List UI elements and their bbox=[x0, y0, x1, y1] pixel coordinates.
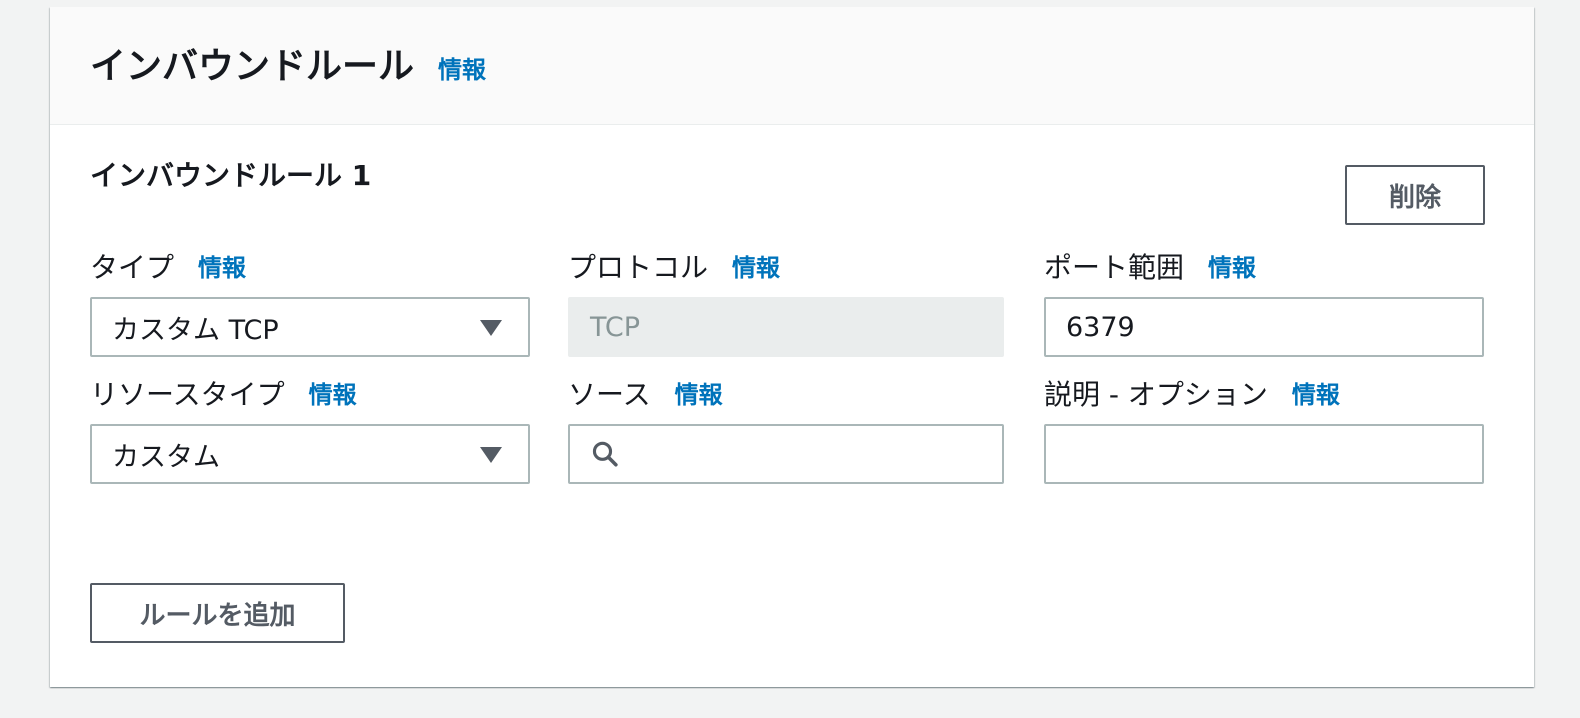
type-label: タイプ bbox=[90, 251, 175, 284]
type-select-value: カスタム TCP bbox=[112, 314, 279, 346]
protocol-field: プロトコル 情報 TCP bbox=[568, 251, 1008, 357]
resource-type-select[interactable]: カスタム bbox=[90, 424, 530, 484]
protocol-label-row: プロトコル 情報 bbox=[568, 251, 1008, 285]
type-field: タイプ 情報 カスタム TCP bbox=[90, 251, 530, 357]
type-select[interactable]: カスタム TCP bbox=[90, 297, 530, 357]
description-info-link[interactable]: 情報 bbox=[1292, 378, 1340, 412]
protocol-value: TCP bbox=[590, 311, 641, 343]
description-label: 説明 - オプション bbox=[1044, 378, 1268, 411]
source-field: ソース 情報 bbox=[568, 378, 1008, 484]
protocol-input: TCP bbox=[568, 297, 1004, 357]
caret-down-icon bbox=[480, 447, 502, 463]
delete-button[interactable]: 削除 bbox=[1345, 165, 1485, 225]
search-icon bbox=[592, 441, 618, 467]
protocol-info-link[interactable]: 情報 bbox=[732, 251, 780, 285]
source-info-link[interactable]: 情報 bbox=[675, 378, 723, 412]
description-input[interactable] bbox=[1066, 438, 1462, 470]
description-input-box bbox=[1044, 424, 1484, 484]
inbound-rules-panel: インバウンドルール 情報 インバウンドルール 1 削除 タイプ 情報 カスタム … bbox=[50, 7, 1534, 687]
rule-title: インバウンドルール 1 bbox=[90, 159, 372, 192]
resource-type-field: リソースタイプ 情報 カスタム bbox=[90, 378, 530, 484]
add-rule-button[interactable]: ルールを追加 bbox=[90, 583, 345, 643]
header-info-link[interactable]: 情報 bbox=[438, 55, 486, 85]
resource-type-label: リソースタイプ bbox=[90, 378, 285, 411]
port-range-label: ポート範囲 bbox=[1044, 251, 1185, 284]
port-range-input[interactable] bbox=[1066, 311, 1462, 343]
port-range-info-link[interactable]: 情報 bbox=[1208, 251, 1256, 285]
source-label-row: ソース 情報 bbox=[568, 378, 1008, 412]
port-range-label-row: ポート範囲 情報 bbox=[1044, 251, 1484, 285]
source-label: ソース bbox=[568, 378, 651, 411]
description-field: 説明 - オプション 情報 bbox=[1044, 378, 1484, 484]
type-label-row: タイプ 情報 bbox=[90, 251, 530, 285]
type-info-link[interactable]: 情報 bbox=[198, 251, 246, 285]
resource-type-select-value: カスタム bbox=[112, 441, 220, 473]
resource-type-label-row: リソースタイプ 情報 bbox=[90, 378, 530, 412]
source-input[interactable] bbox=[632, 438, 982, 470]
panel-title: インバウンドルール bbox=[90, 46, 415, 87]
port-range-field: ポート範囲 情報 bbox=[1044, 251, 1484, 357]
panel-header: インバウンドルール 情報 bbox=[50, 7, 1534, 125]
source-search-box bbox=[568, 424, 1004, 484]
description-label-row: 説明 - オプション 情報 bbox=[1044, 378, 1484, 412]
caret-down-icon bbox=[480, 320, 502, 336]
port-range-input-box bbox=[1044, 297, 1484, 357]
protocol-label: プロトコル bbox=[568, 251, 709, 284]
resource-type-info-link[interactable]: 情報 bbox=[309, 378, 357, 412]
